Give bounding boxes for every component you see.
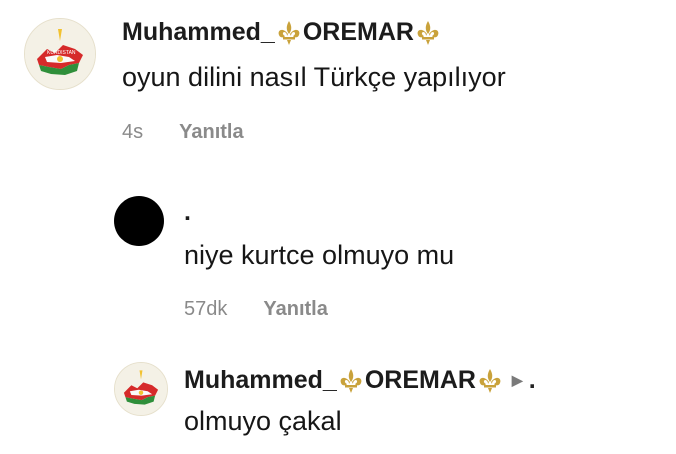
username-prefix: Muhammed_ — [184, 366, 337, 394]
comment-3: Muhammed_ OREMAR ▶ . olmuyo çakal — [0, 330, 676, 454]
kurdistan-flag-icon — [115, 363, 167, 415]
avatar-text: KURDISTAN — [47, 50, 76, 56]
username-core: OREMAR — [364, 366, 476, 394]
reply-arrow-icon: ▶ — [511, 372, 523, 388]
fleur-de-lis-icon — [340, 368, 362, 393]
timestamp: 4s — [122, 121, 144, 143]
comment-meta: 57dk Yanıtla — [184, 298, 328, 321]
comment-meta: 4s Yanıtla — [122, 121, 244, 144]
timestamp: 57dk — [184, 298, 228, 320]
avatar[interactable]: KURDISTAN — [24, 18, 96, 90]
comment-text: oyun dilini nasıl Türkçe yapılıyor — [122, 62, 506, 92]
username-prefix: Muhammed_ — [122, 18, 275, 46]
avatar[interactable] — [114, 362, 168, 416]
reply-button[interactable]: Yanıtla — [263, 298, 327, 321]
fleur-de-lis-icon — [479, 368, 501, 393]
reply-button[interactable]: Yanıtla — [179, 121, 243, 144]
username[interactable]: . — [184, 198, 191, 227]
comment-1: KURDISTAN Muhammed_ OREMAR oyun dilini n… — [0, 0, 676, 160]
fleur-de-lis-icon — [278, 20, 300, 45]
fleur-de-lis-icon — [417, 20, 439, 45]
comment-2: . niye kurtce olmuyo mu 57dk Yanıtla — [0, 160, 676, 330]
avatar[interactable] — [114, 196, 164, 246]
kurdistan-flag-icon: KURDISTAN — [25, 19, 95, 89]
username[interactable]: Muhammed_ OREMAR — [122, 18, 442, 47]
comment-text: niye kurtce olmuyo mu — [184, 240, 455, 270]
reply-to-username[interactable]: . — [529, 366, 536, 395]
comment-text: olmuyo çakal — [184, 406, 342, 436]
username[interactable]: Muhammed_ OREMAR ▶ . — [184, 366, 536, 395]
username-core: OREMAR — [302, 18, 414, 46]
